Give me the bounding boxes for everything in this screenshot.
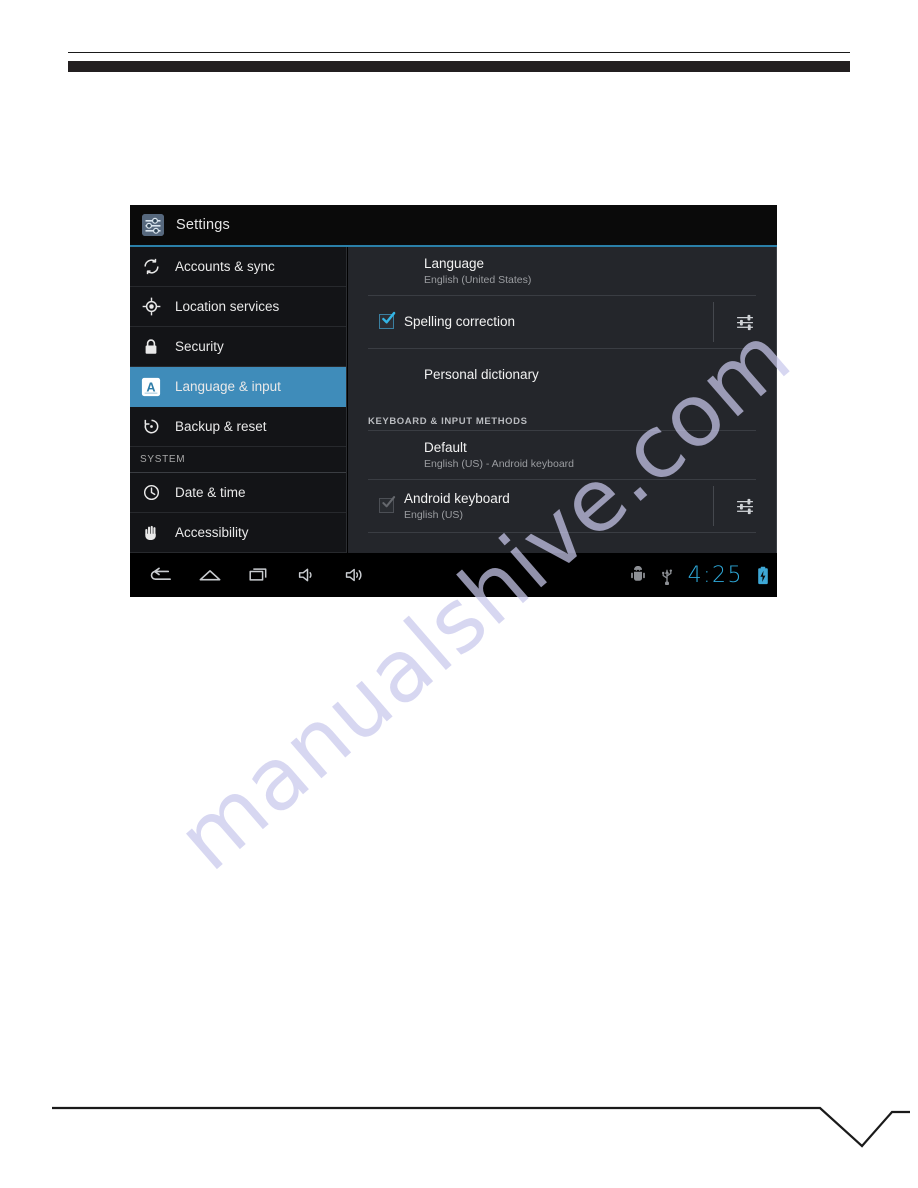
row-title: Personal dictionary — [424, 367, 539, 382]
page-top-rule — [68, 52, 850, 53]
battery-charging-icon — [757, 566, 769, 585]
lock-icon — [140, 336, 162, 358]
sidebar-item-location-services[interactable]: Location services — [130, 287, 346, 327]
android-navigation-bar: 4:25 — [130, 553, 777, 597]
sync-icon — [140, 256, 162, 278]
android-keyboard-checkbox[interactable] — [379, 496, 396, 513]
setting-row-spelling-correction[interactable]: Spelling correction — [348, 296, 776, 348]
sidebar-item-label: Accounts & sync — [175, 259, 275, 274]
row-title: Default — [424, 439, 467, 455]
page-title: Settings — [176, 217, 230, 233]
page-footer-rule — [52, 1106, 910, 1148]
settings-titlebar: Settings — [130, 205, 777, 245]
sidebar-item-security[interactable]: Security — [130, 327, 346, 367]
sidebar-item-label: Location services — [175, 299, 280, 314]
back-icon[interactable] — [148, 566, 172, 585]
row-subtitle: English (US) - Android keyboard — [424, 457, 574, 470]
android-debug-icon — [630, 566, 646, 584]
check-icon — [382, 311, 396, 324]
sidebar-item-accessibility[interactable]: Accessibility — [130, 513, 346, 553]
spelling-correction-settings-button[interactable] — [713, 302, 776, 342]
letter-a-icon: A — [140, 376, 162, 398]
row-divider — [368, 532, 756, 533]
sidebar-item-backup-reset[interactable]: Backup & reset — [130, 407, 346, 447]
sidebar-item-label: Language & input — [175, 379, 281, 394]
settings-sidebar: Accounts & sync Location services Securi… — [130, 247, 347, 553]
setting-row-default-keyboard[interactable]: Default English (US) - Android keyboard — [348, 431, 776, 479]
sliders-icon — [737, 498, 753, 515]
settings-sliders-icon — [142, 214, 164, 236]
page-top-bar — [68, 61, 850, 72]
location-crosshair-icon — [140, 296, 162, 318]
setting-row-language[interactable]: Language English (United States) — [348, 247, 776, 295]
sidebar-item-label: Accessibility — [175, 525, 249, 540]
setting-row-android-keyboard[interactable]: Android keyboard English (US) — [348, 480, 776, 532]
usb-icon — [660, 566, 674, 585]
setting-row-personal-dictionary[interactable]: Personal dictionary — [348, 349, 776, 401]
volume-down-icon[interactable] — [297, 566, 318, 584]
hand-icon — [140, 522, 162, 544]
sidebar-item-label: Date & time — [175, 485, 246, 500]
sliders-icon — [737, 314, 753, 331]
clock-icon — [140, 482, 162, 504]
spelling-correction-checkbox[interactable] — [379, 311, 396, 329]
volume-up-icon[interactable] — [344, 566, 366, 584]
check-icon — [382, 496, 396, 508]
row-subtitle: English (United States) — [424, 273, 532, 286]
status-clock: 4:25 — [687, 562, 743, 588]
sidebar-item-date-time[interactable]: Date & time — [130, 473, 346, 513]
svg-text:A: A — [146, 379, 155, 394]
recents-icon[interactable] — [248, 566, 271, 584]
sidebar-item-language-input[interactable]: A Language & input — [130, 367, 346, 407]
row-title: Language — [424, 255, 485, 271]
sidebar-item-label: Security — [175, 339, 224, 354]
backup-restore-icon — [140, 416, 162, 438]
tablet-screenshot: Settings Accounts & sync Location servic… — [130, 205, 777, 597]
android-keyboard-settings-button[interactable] — [713, 486, 776, 526]
content-section-keyboard-input-methods: KEYBOARD & INPUT METHODS — [368, 416, 528, 427]
home-icon[interactable] — [198, 566, 222, 585]
sidebar-item-label: Backup & reset — [175, 419, 267, 434]
settings-content-panel: Language English (United States) Spellin… — [347, 247, 777, 553]
sidebar-section-system: SYSTEM — [130, 447, 346, 473]
sidebar-item-accounts-sync[interactable]: Accounts & sync — [130, 247, 346, 287]
